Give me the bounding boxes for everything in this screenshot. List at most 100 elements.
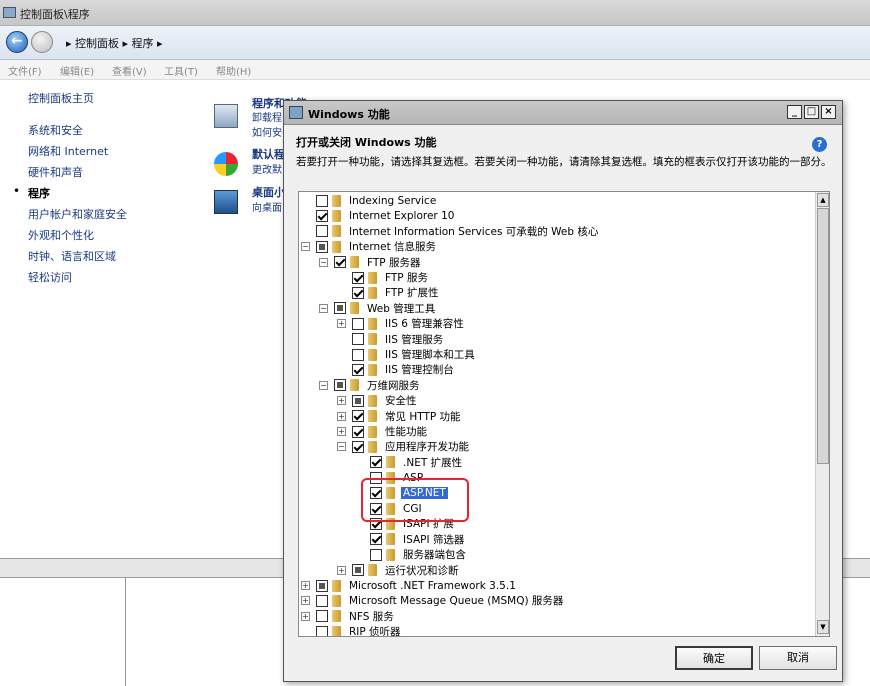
feature-checkbox[interactable]	[352, 410, 364, 423]
uninstall-link[interactable]: 卸载程	[252, 109, 282, 124]
add-gadgets-link[interactable]: 向桌面	[252, 199, 282, 214]
tree-item[interactable]: 服务器端包含	[355, 547, 468, 562]
tree-item[interactable]: IIS 管理服务	[337, 332, 445, 347]
nav-control-panel-home[interactable]: 控制面板主页	[28, 90, 94, 106]
folder-icon	[350, 379, 359, 392]
feature-checkbox[interactable]	[352, 333, 364, 346]
collapse-icon[interactable]: −	[319, 303, 328, 313]
tree-item[interactable]: Internet Information Services 可承载的 Web 核…	[301, 224, 600, 239]
feature-checkbox[interactable]	[352, 271, 364, 284]
collapse-icon[interactable]: −	[337, 442, 346, 452]
tree-item[interactable]: + IIS 6 管理兼容性	[337, 316, 466, 331]
control-panel-icon	[3, 7, 16, 18]
tree-item[interactable]: IIS 管理脚本和工具	[337, 347, 477, 362]
expand-icon[interactable]: +	[337, 565, 346, 575]
tree-scrollbar[interactable]: ▲ ▼	[815, 192, 829, 636]
expand-icon[interactable]: +	[337, 427, 346, 436]
ok-button[interactable]: 确定	[675, 646, 753, 670]
feature-checkbox[interactable]	[316, 194, 328, 207]
tree-item[interactable]: + 常见 HTTP 功能	[337, 409, 463, 424]
collapse-icon[interactable]: −	[319, 380, 328, 390]
feature-checkbox[interactable]	[334, 256, 346, 269]
tree-item[interactable]: − 万维网服务	[319, 378, 422, 393]
change-default-link[interactable]: 更改默	[252, 161, 282, 176]
expand-icon[interactable]: +	[301, 611, 310, 621]
folder-icon	[368, 410, 377, 423]
tree-item[interactable]: − Internet 信息服务	[301, 239, 438, 254]
tree-item[interactable]: FTP 服务	[337, 270, 430, 285]
default-programs-link[interactable]: 默认程	[252, 146, 285, 162]
tree-item[interactable]: RIP 侦听器	[301, 624, 403, 636]
tree-item[interactable]: + Microsoft Message Queue (MSMQ) 服务器	[301, 593, 565, 608]
tree-item[interactable]: + 运行状况和诊断	[337, 563, 461, 578]
feature-checkbox[interactable]	[316, 610, 328, 623]
nav-appearance[interactable]: 外观和个性化	[28, 227, 94, 243]
nav-ease-of-access[interactable]: 轻松访问	[28, 269, 72, 285]
feature-checkbox[interactable]	[316, 594, 328, 607]
scroll-up-icon[interactable]: ▲	[817, 193, 829, 207]
tree-item[interactable]: − 应用程序开发功能	[337, 439, 471, 454]
nav-clock-region[interactable]: 时钟、语言和区域	[28, 248, 116, 264]
menu-help[interactable]: 帮助(H)	[216, 63, 251, 78]
desktop-gadgets-link[interactable]: 桌面小	[252, 184, 285, 200]
feature-checkbox[interactable]	[352, 425, 364, 438]
tree-item[interactable]: Internet Explorer 10	[301, 208, 456, 223]
feature-checkbox[interactable]	[316, 579, 328, 592]
feature-checkbox[interactable]	[370, 456, 382, 469]
feature-checkbox[interactable]	[334, 379, 346, 392]
tree-item[interactable]: FTP 扩展性	[337, 285, 440, 300]
feature-checkbox[interactable]	[352, 317, 364, 330]
expand-icon[interactable]: +	[301, 596, 310, 606]
tree-item[interactable]: IIS 管理控制台	[337, 362, 456, 377]
feature-checkbox[interactable]	[370, 548, 382, 561]
feature-checkbox[interactable]	[316, 625, 328, 636]
feature-checkbox[interactable]	[352, 564, 364, 577]
forward-button[interactable]	[31, 31, 53, 53]
collapse-icon[interactable]: −	[319, 257, 328, 267]
feature-checkbox[interactable]	[352, 286, 364, 299]
nav-user-accounts[interactable]: 用户帐户和家庭安全	[28, 206, 127, 222]
back-button[interactable]	[6, 31, 28, 53]
feature-checkbox[interactable]	[370, 533, 382, 546]
nav-hardware-sound[interactable]: 硬件和声音	[28, 164, 83, 180]
scroll-thumb[interactable]	[817, 208, 829, 464]
tree-item[interactable]: + Microsoft .NET Framework 3.5.1	[301, 578, 518, 593]
tree-item[interactable]: + 安全性	[337, 393, 419, 408]
expand-icon[interactable]: +	[337, 396, 346, 406]
feature-checkbox[interactable]	[316, 240, 328, 253]
tree-item[interactable]: + 性能功能	[337, 424, 429, 439]
tree-item[interactable]: + NFS 服务	[301, 609, 396, 624]
feature-checkbox[interactable]	[352, 440, 364, 453]
menu-edit[interactable]: 编辑(E)	[60, 63, 94, 78]
cancel-button[interactable]: 取消	[759, 646, 837, 670]
tree-item[interactable]: .NET 扩展性	[355, 455, 464, 470]
feature-checkbox[interactable]	[316, 225, 328, 238]
feature-label: Microsoft Message Queue (MSMQ) 服务器	[349, 595, 564, 608]
maximize-button[interactable]: □	[804, 105, 819, 119]
feature-checkbox[interactable]	[352, 394, 364, 407]
how-to-install-link[interactable]: 如何安	[252, 124, 282, 139]
menu-view[interactable]: 查看(V)	[112, 63, 147, 78]
close-button[interactable]: ×	[821, 105, 836, 119]
nav-programs[interactable]: 程序	[28, 185, 50, 201]
tree-item[interactable]: ISAPI 筛选器	[355, 532, 466, 547]
collapse-icon[interactable]: −	[301, 242, 310, 252]
tree-item[interactable]: − Web 管理工具	[319, 301, 437, 316]
menu-tools[interactable]: 工具(T)	[164, 63, 198, 78]
nav-network-internet[interactable]: 网络和 Internet	[28, 143, 108, 159]
help-icon[interactable]: ?	[812, 137, 827, 152]
tree-item[interactable]: Indexing Service	[301, 193, 438, 208]
feature-checkbox[interactable]	[316, 209, 328, 222]
expand-icon[interactable]: +	[337, 411, 346, 421]
feature-checkbox[interactable]	[352, 348, 364, 361]
feature-checkbox[interactable]	[334, 302, 346, 315]
expand-icon[interactable]: +	[337, 319, 346, 329]
scroll-down-icon[interactable]: ▼	[817, 620, 829, 634]
nav-system-security[interactable]: 系统和安全	[28, 122, 83, 138]
menu-file[interactable]: 文件(F)	[8, 63, 42, 78]
feature-checkbox[interactable]	[352, 363, 364, 376]
tree-item[interactable]: − FTP 服务器	[319, 255, 422, 270]
minimize-button[interactable]: _	[787, 105, 802, 119]
breadcrumb[interactable]: ▸ 控制面板 ▸ 程序 ▸	[66, 35, 163, 51]
expand-icon[interactable]: +	[301, 581, 310, 590]
